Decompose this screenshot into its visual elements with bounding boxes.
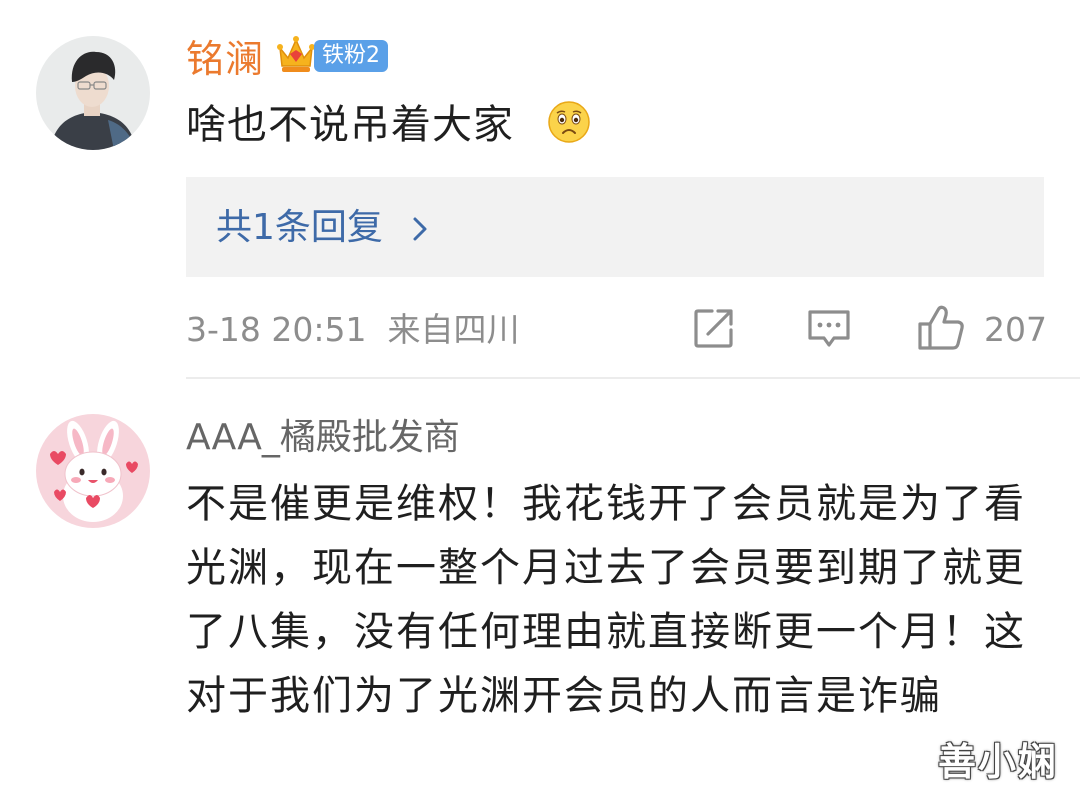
watermark: 善小娴: [938, 740, 1059, 784]
avatar[interactable]: [36, 36, 150, 150]
sad-face-emoji-icon: [547, 100, 591, 144]
comment-text: 不是催更是维权！我花钱开了会员就是为了看光渊，现在一整个月过去了会员要到期了就更…: [186, 481, 1026, 719]
divider: [186, 377, 1080, 379]
comment-meta: 3-18 20:51 来自四川: [186, 310, 520, 349]
share-icon[interactable]: [692, 306, 736, 350]
fan-badge: 铁粉2: [314, 40, 388, 72]
avatar[interactable]: [36, 414, 150, 528]
crown-icon: [276, 32, 316, 76]
comment-icon[interactable]: [806, 308, 852, 350]
username[interactable]: AAA_橘殿批发商: [186, 414, 460, 462]
like-count: 207: [984, 310, 1047, 349]
comment-text: 啥也不说吊着大家: [186, 102, 514, 148]
username[interactable]: 铭澜: [186, 34, 264, 84]
chevron-right-icon: [410, 214, 430, 244]
thumbs-up-icon[interactable]: [916, 302, 966, 352]
view-replies-link[interactable]: 共1条回复: [216, 204, 383, 252]
